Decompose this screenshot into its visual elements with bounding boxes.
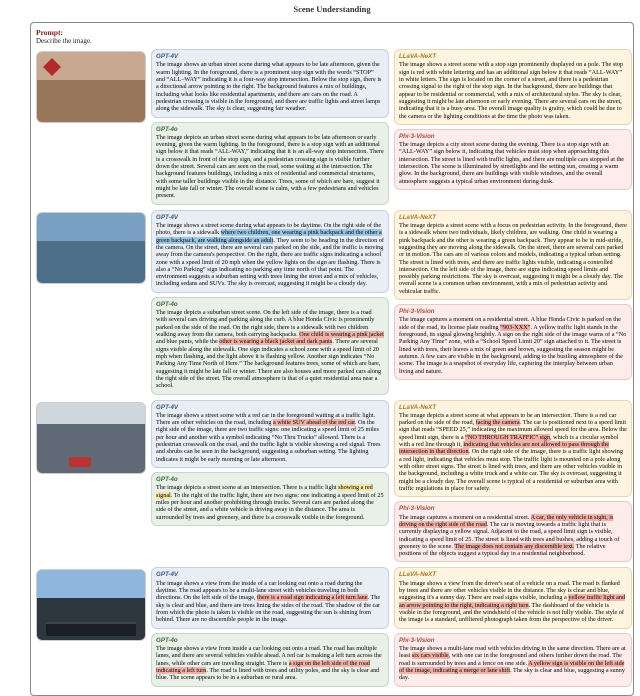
highlight: “903-XXX” [500, 324, 530, 331]
model-head: GPT-4V [156, 53, 384, 60]
phi3-2: Phi-3-Vision The image captures a moment… [394, 501, 632, 562]
llava-1: LLaVA-NeXT The image depicts a street sc… [394, 210, 632, 300]
body: The image depicts an urban street scene … [156, 134, 384, 200]
body: . There are several signs visible along … [156, 338, 381, 389]
prompt-label: Prompt: [36, 28, 63, 37]
body: . To the right of the traffic light, the… [156, 492, 384, 521]
gpt4o-1: GPT-4o The image depicts a suburban stre… [151, 297, 389, 395]
llava-0: LLaVA-NeXT The image shows a street scen… [394, 49, 632, 125]
highlight: six cars visible [412, 652, 449, 659]
model-head: GPT-4o [156, 637, 384, 644]
prompt-text: Describe the image. [36, 37, 92, 45]
model-head: LLaVA-NeXT [399, 571, 627, 578]
body: The image depicts a city street scene du… [399, 141, 624, 185]
highlight: there is a road sign indicating a left t… [257, 594, 367, 601]
gpt4v-1: GPT-4V The image shows a street scene du… [151, 210, 389, 293]
body: The image shows a street scene with a st… [399, 61, 623, 119]
body: . On the right side of the image, there … [399, 448, 623, 492]
llava-3: LLaVA-NeXT The image shows a view from t… [394, 567, 632, 628]
thumbnail-2 [36, 402, 146, 474]
highlight: facing the camera [476, 419, 520, 426]
highlight: The image does not contain any discernib… [454, 543, 574, 550]
body: and blue pants, while the [156, 338, 219, 345]
highlight: a white SUV ahead of the red car [273, 419, 355, 426]
gpt4o-3: GPT-4o The image shows a view from insid… [151, 633, 389, 687]
page-title: Scene Understanding [30, 0, 634, 22]
phi3-3: Phi-3-Vision The image shows a multi-lan… [394, 633, 632, 687]
thumbnail-0 [36, 51, 146, 123]
phi3-1: Phi-3-Vision The image captures a moment… [394, 304, 632, 380]
gpt4o-0: GPT-4o The image depicts an urban street… [151, 122, 389, 205]
model-head: GPT-4o [156, 126, 384, 133]
body: . A yellow traffic light stands in the f… [399, 324, 626, 375]
prompt-block: Prompt: Describe the image. [36, 28, 628, 45]
thumbnail-3 [36, 569, 146, 641]
model-head: LLaVA-NeXT [399, 214, 627, 221]
model-head: GPT-4o [156, 476, 384, 483]
phi3-0: Phi-3-Vision The image depicts a city st… [394, 129, 632, 190]
model-head: GPT-4V [156, 214, 384, 221]
model-head: Phi-3-Vision [399, 133, 627, 140]
content-box: Prompt: Describe the image. GPT-4V The i… [30, 22, 634, 696]
highlight: other is wearing a black jacket and dark… [219, 338, 332, 345]
gpt4v-2: GPT-4V The image shows a street scene wi… [151, 400, 389, 469]
model-head: GPT-4V [156, 571, 384, 578]
llava-2: LLaVA-NeXT The image depicts a street sc… [394, 400, 632, 498]
gpt4v-0: GPT-4V The image shows an urban street s… [151, 49, 389, 118]
model-head: Phi-3-Vision [399, 505, 627, 512]
gpt4o-2: GPT-4o The image depicts a street scene … [151, 472, 389, 526]
body: . They seem to be heading in the directi… [156, 237, 384, 288]
model-head: Phi-3-Vision [399, 637, 627, 644]
body: The image shows an urban street scene du… [156, 61, 381, 112]
model-head: GPT-4V [156, 404, 384, 411]
body: . On the right side of the image, there … [156, 419, 380, 463]
body: The image captures a moment on a residen… [399, 514, 531, 521]
model-head: LLaVA-NeXT [399, 53, 627, 60]
highlight: “NO THROUGH TRAFFIC” sign [465, 434, 550, 441]
highlight: One child is wearing a pink jacket [299, 331, 384, 338]
model-head: Phi-3-Vision [399, 308, 627, 315]
model-head: LLaVA-NeXT [399, 404, 627, 411]
model-head: GPT-4o [156, 301, 384, 308]
gpt4v-3: GPT-4V The image shows a view from the i… [151, 567, 389, 628]
body: The image depicts a street scene with a … [399, 222, 627, 295]
thumbnail-1 [36, 212, 146, 284]
body: The image depicts a street scene at an i… [156, 484, 338, 491]
